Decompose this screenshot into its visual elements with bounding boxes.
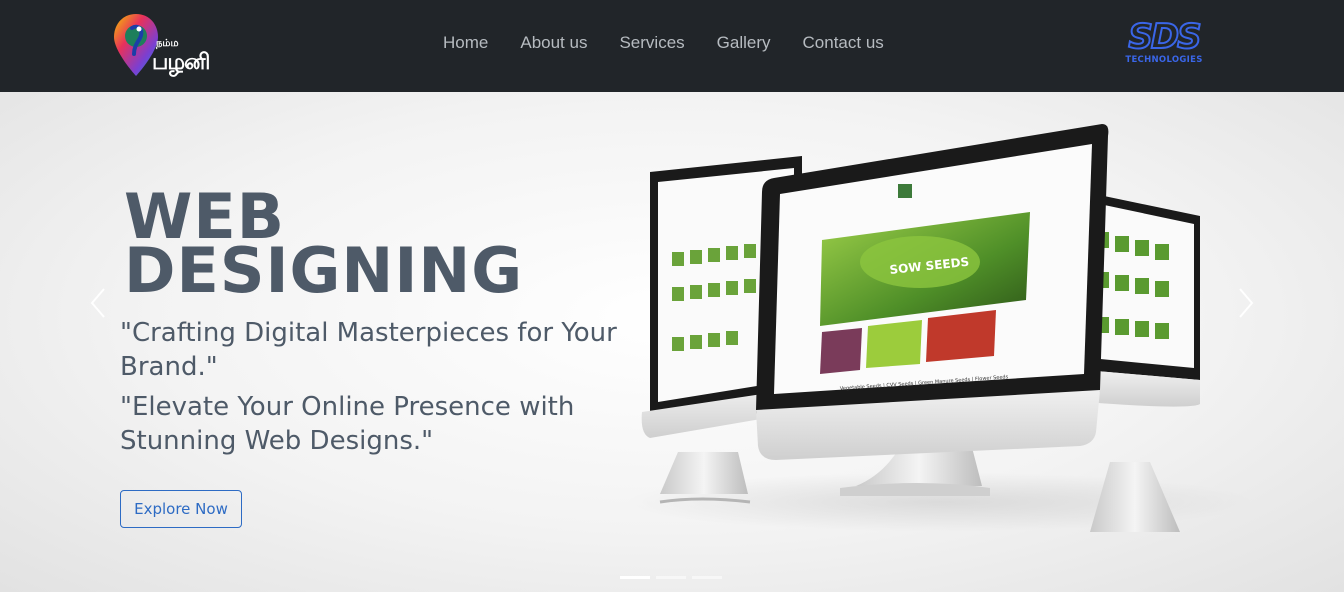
sds-technologies-logo[interactable]: SDS TECHNOLOGIES — [1112, 16, 1216, 70]
carousel-next-button[interactable] — [1236, 286, 1256, 320]
carousel-indicator-1[interactable] — [620, 576, 650, 579]
hero-heading-line2: DESIGNING — [124, 234, 524, 307]
sds-logo-icon: SDS — [1127, 16, 1203, 58]
hero-heading: WEB DESIGNING — [124, 186, 544, 307]
logo-top-text: நம்ம — [156, 38, 179, 49]
carousel-indicator-2[interactable] — [656, 576, 686, 579]
sds-logo-subtext: TECHNOLOGIES — [1125, 55, 1203, 65]
hero-tagline-1: "Crafting Digital Masterpieces for Your … — [120, 318, 617, 382]
nav-link-home[interactable]: Home — [443, 33, 488, 53]
hero-carousel: SOW SEEDS Vegetable Seeds | CVV Seeds | … — [0, 92, 1344, 592]
nav-link-contact[interactable]: Contact us — [803, 33, 884, 53]
top-navbar: நம்ம பழனி Home About us Services Gallery… — [0, 0, 1344, 92]
nav-link-about[interactable]: About us — [520, 33, 587, 53]
center-monitor: SOW SEEDS Vegetable Seeds | CVV Seeds | … — [756, 124, 1109, 496]
namma-palani-logo[interactable]: நம்ம பழனி — [112, 10, 216, 82]
nav-link-gallery[interactable]: Gallery — [717, 33, 771, 53]
svg-text:SDS: SDS — [1128, 20, 1200, 56]
carousel-prev-button[interactable] — [88, 286, 108, 320]
explore-now-button[interactable]: Explore Now — [120, 490, 242, 528]
nav-menu: Home About us Services Gallery Contact u… — [443, 33, 916, 53]
chevron-right-icon — [1239, 288, 1254, 318]
nav-link-services[interactable]: Services — [619, 33, 684, 53]
monitors-illustration: SOW SEEDS Vegetable Seeds | CVV Seeds | … — [641, 124, 1200, 532]
carousel-indicator-3[interactable] — [692, 576, 722, 579]
chevron-left-icon — [90, 288, 105, 318]
hero-tagline-2: "Elevate Your Online Presence with Stunn… — [120, 392, 575, 456]
carousel-indicators — [620, 576, 722, 579]
logo-main-text: பழனி — [152, 50, 210, 75]
